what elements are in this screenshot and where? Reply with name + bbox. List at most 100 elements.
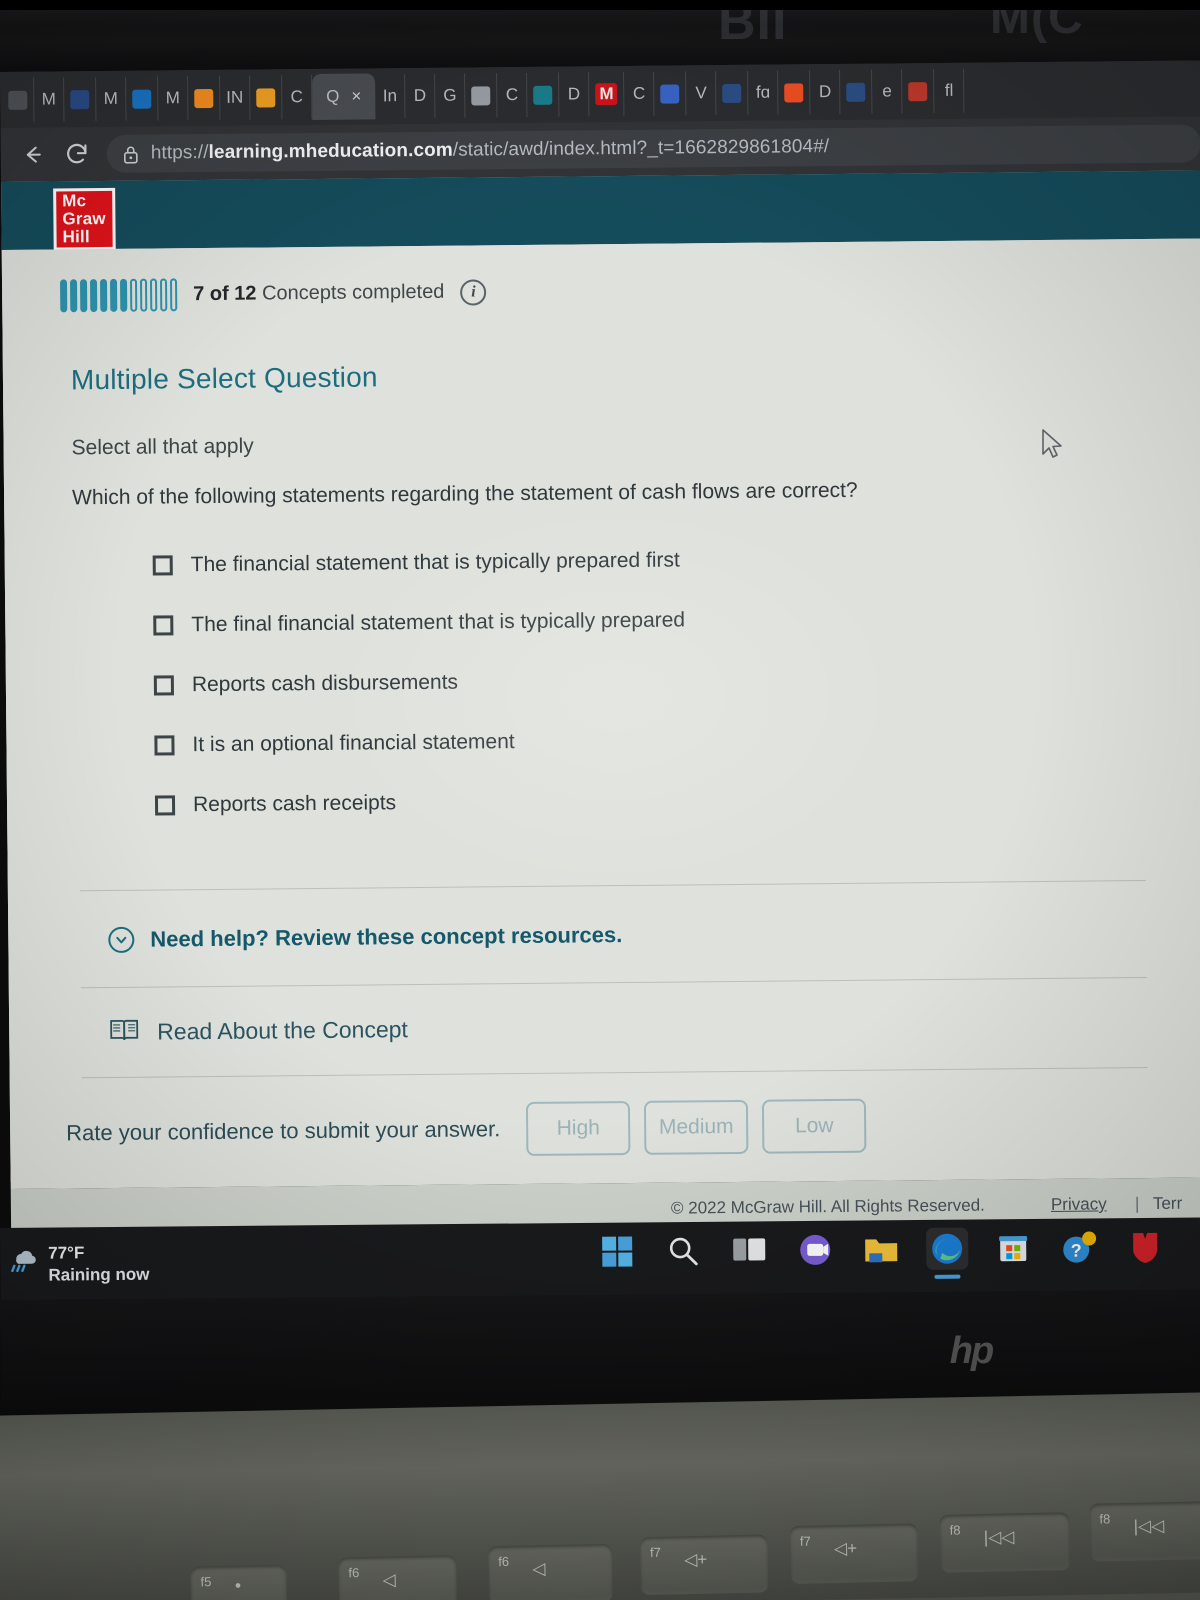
browser-tab-8[interactable] [250,75,283,120]
confidence-button-high[interactable]: High [526,1100,631,1156]
browser-tab-13[interactable]: G [435,73,466,118]
pearson-icon [533,85,553,105]
tab-close-icon[interactable]: × [351,87,361,107]
need-help-section[interactable]: Need help? Review these concept resource… [8,880,1200,988]
reload-icon[interactable] [55,134,99,174]
browser-tab-22[interactable] [716,70,749,116]
browser-tab-15[interactable]: C [497,72,528,118]
start-button[interactable] [596,1230,638,1272]
checkbox-icon[interactable] [154,735,175,756]
browser-tab-24[interactable] [778,70,811,115]
need-help-label: Need help? Review these concept resource… [150,922,623,952]
answer-option[interactable]: Reports cash receipts [154,765,1200,835]
checkbox-icon[interactable] [153,675,174,696]
edge-browser-window: M M M IN C Q × In D G C D M C Vfɑ De fl https://learning… [0,60,1200,1241]
browser-tab-26[interactable] [840,69,873,114]
browser-tab-label: M [165,88,180,108]
key-f6[interactable]: f6 ◁ [338,1555,458,1600]
browser-tab-16[interactable] [527,72,560,117]
browser-tab-10[interactable]: Q × [312,73,376,121]
key-f9[interactable]: f8 |◁◁ [1089,1501,1200,1562]
progress-segment [89,279,98,313]
shield-icon[interactable] [1124,1226,1166,1268]
edge-icon[interactable] [926,1227,969,1270]
logo-line-3: Hill [62,227,90,247]
confidence-bar: Rate your confidence to submit your answ… [10,1067,1200,1189]
key-f8[interactable]: f8 |◁◁ [939,1512,1071,1573]
browser-tab-label: fl [944,80,954,100]
checkbox-icon[interactable] [154,795,176,816]
info-icon[interactable]: i [460,278,487,306]
mcgraw-hill-logo[interactable]: Mc Graw Hill [53,187,116,251]
svg-text:?: ? [1071,1241,1082,1261]
confidence-button-low[interactable]: Low [762,1098,867,1154]
url-scheme: https:// [150,142,209,164]
key-f7b[interactable]: f7 ◁+ [789,1523,919,1585]
browser-tab-6[interactable] [188,75,221,121]
progress-segment [169,278,178,312]
chevron-down-circle-icon[interactable] [108,926,135,953]
browser-tab-17[interactable]: D [559,72,590,117]
browser-tab-1[interactable]: M [34,77,65,122]
browser-tab-3[interactable]: M [96,76,127,122]
answer-option[interactable]: It is an optional financial statement [154,705,1200,775]
browser-tab-25[interactable]: D [810,69,841,115]
store-icon[interactable] [992,1227,1034,1269]
answer-option[interactable]: The financial statement that is typicall… [152,525,1200,595]
answer-option-label: It is an optional financial statement [192,730,515,757]
back-arrow-icon[interactable] [11,134,55,174]
privacy-link[interactable]: Privacy [1051,1194,1107,1215]
hp-logo: hp [949,1329,994,1372]
task-view-icon[interactable] [728,1229,770,1271]
browser-tab-9[interactable]: C [282,75,313,120]
browser-tab-4[interactable] [126,76,159,121]
copyright-text: © 2022 McGraw Hill. All Rights Reserved. [670,1195,985,1218]
key-f7[interactable]: f7 ◁+ [639,1534,769,1596]
question-mark-icon[interactable]: ? [1058,1226,1100,1268]
read-about-concept-label: Read About the Concept [157,1016,408,1045]
browser-tab-label: C [505,85,519,105]
search-icon[interactable] [662,1230,704,1272]
browser-tab-label: C [632,83,646,103]
answer-option[interactable]: Reports cash disbursements [153,645,1200,715]
browser-tab-7[interactable]: IN [220,75,251,120]
rain-cloud-icon [8,1246,38,1279]
browser-tab-11[interactable]: In [375,74,406,119]
teams-icon[interactable] [794,1229,836,1271]
browser-tab-19[interactable]: C [624,71,655,117]
browser-tab-18[interactable]: M [589,72,625,117]
browser-tab-12[interactable]: D [405,73,436,119]
weather-temperature: 77°F [48,1243,85,1263]
browser-tab-29[interactable]: fl [934,68,965,114]
mcgraw-hill-header: Mc Graw Hill [1,170,1200,251]
browser-tab-23[interactable]: fɑ [748,70,779,115]
browser-tab-27[interactable]: e [872,69,903,114]
browser-tab-0[interactable] [2,77,35,122]
answer-option[interactable]: The final financial statement that is ty… [153,585,1200,655]
address-bar[interactable]: https://learning.mheducation.com/static/… [106,124,1200,173]
browser-tab-label: G [443,85,457,105]
browser-tab-2[interactable] [64,77,97,122]
open-book-icon [109,1018,139,1047]
browser-tab-21[interactable]: V [686,71,717,116]
checkbox-icon[interactable] [152,555,173,576]
progress-label: 7 of 12 Concepts completed [193,281,444,306]
lock-icon [123,145,139,164]
progress-segment [69,279,78,313]
confidence-button-medium[interactable]: Medium [644,1099,749,1155]
key-f7-label: f7 [649,1544,662,1560]
folder-icon[interactable] [860,1228,902,1270]
moodle-icon [194,88,214,108]
terms-link[interactable]: Terr [1153,1194,1182,1214]
browser-tab-label: D [567,84,581,104]
browser-tab-28[interactable] [902,69,935,114]
browser-tab-5[interactable]: M [158,76,189,121]
circle-icon [70,89,90,109]
checkbox-icon[interactable] [153,615,174,636]
key-f5[interactable]: f5 ● [190,1564,288,1600]
weather-widget[interactable]: 77°F Raining now [8,1241,150,1286]
browser-tab-14[interactable] [465,73,498,118]
browser-tab-20[interactable] [654,71,687,116]
key-f6b[interactable]: f6 ◁ [487,1543,614,1600]
read-about-concept-link[interactable]: Read About the Concept [9,977,1200,1078]
